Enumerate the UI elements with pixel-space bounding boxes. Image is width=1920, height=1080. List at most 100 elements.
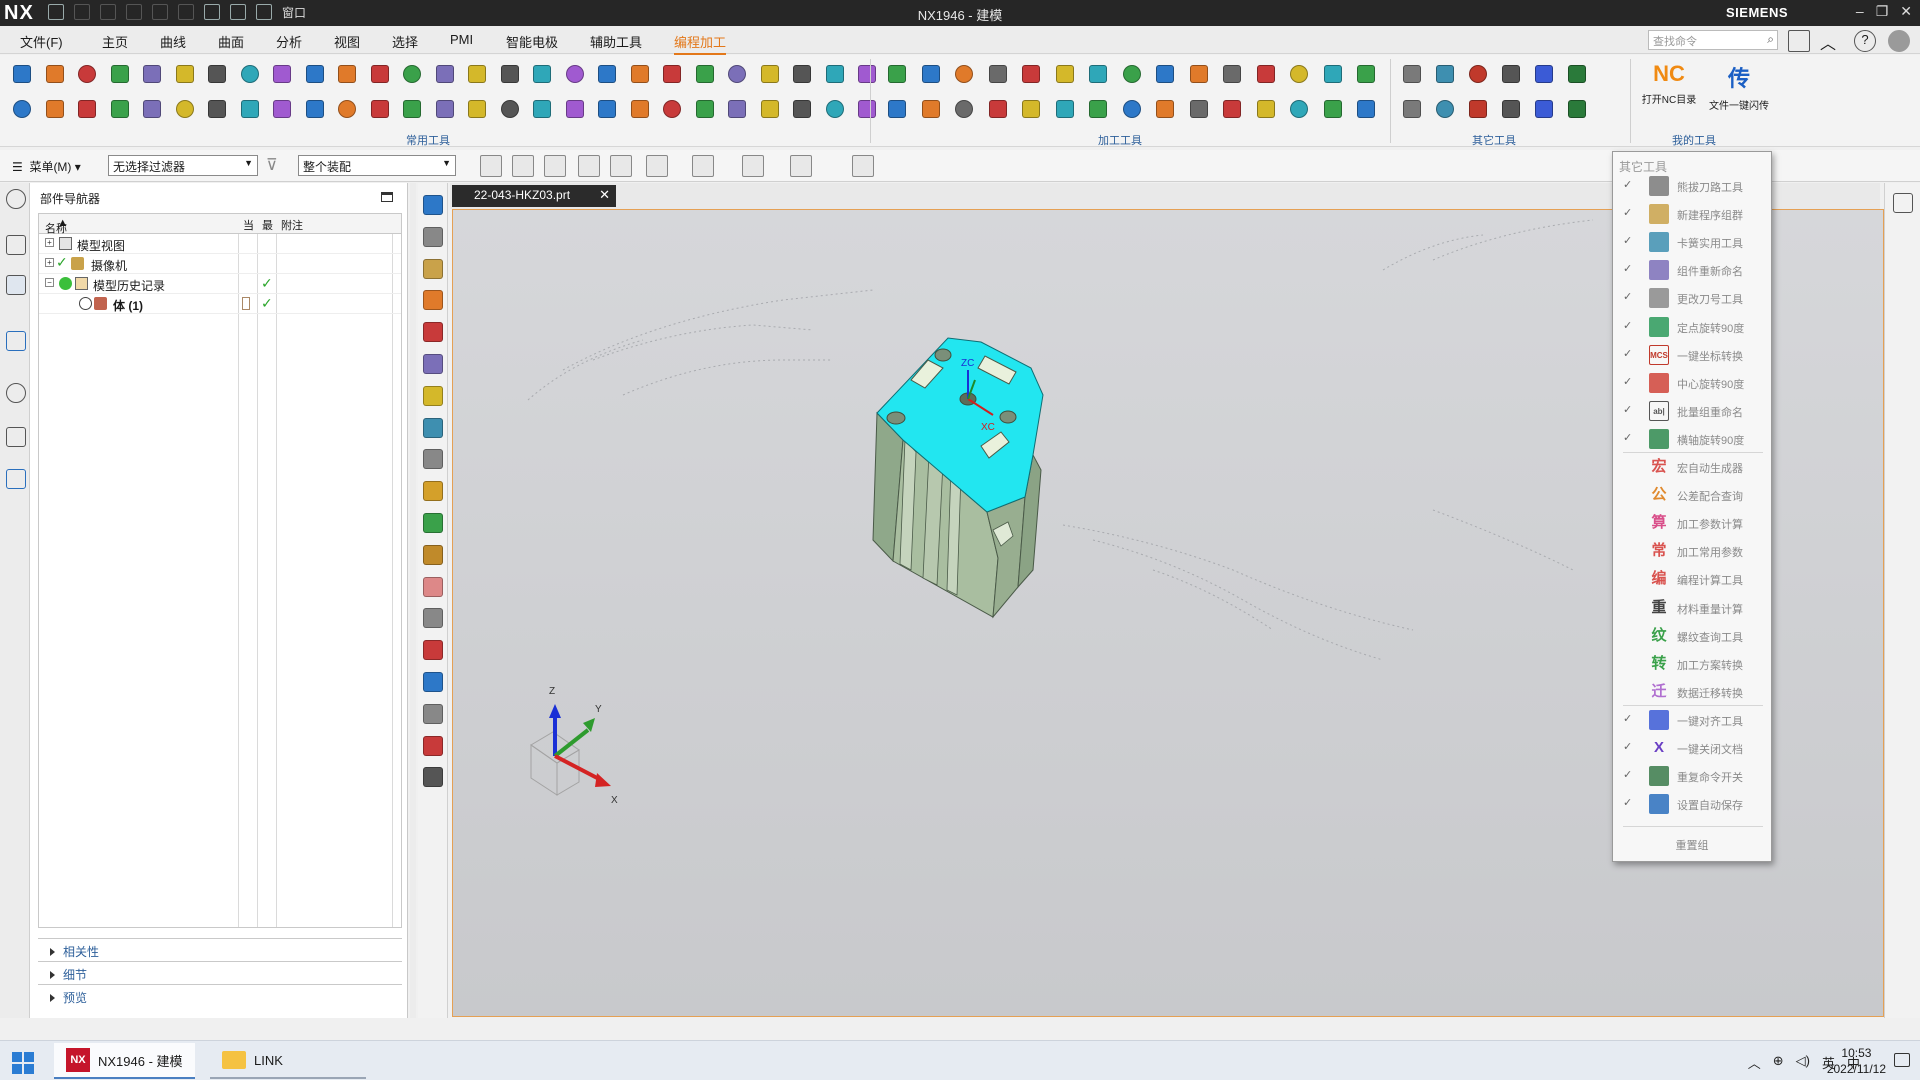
zoom-region-icon[interactable]: [646, 155, 668, 177]
menu-file[interactable]: 文件(F): [20, 32, 63, 51]
tree-row-model-views[interactable]: + 模型视图: [39, 234, 401, 254]
common-tool-3-icon[interactable]: [75, 62, 99, 86]
common-tool-10-icon[interactable]: [303, 62, 327, 86]
dropdown-item[interactable]: 编编程计算工具: [1613, 565, 1771, 593]
clock[interactable]: 10:53 2022/11/12: [1827, 1045, 1886, 1077]
common-tool-45-icon[interactable]: [563, 97, 587, 121]
network-icon[interactable]: ⊕: [1773, 1053, 1784, 1072]
common-tool-7-icon[interactable]: [205, 62, 229, 86]
other-tool-10-icon[interactable]: [1499, 97, 1523, 121]
common-tool-24-icon[interactable]: [758, 62, 782, 86]
tree-row-model-history[interactable]: − 模型历史记录 ✓: [39, 274, 401, 294]
file-flash-transfer-button[interactable]: 传 文件一键闪传: [1704, 61, 1774, 112]
common-tool-35-icon[interactable]: [238, 97, 262, 121]
roles-icon[interactable]: [1893, 193, 1913, 213]
other-tool-3-icon[interactable]: [1466, 62, 1490, 86]
render-style-icon[interactable]: [610, 155, 632, 177]
machining-tool-24-icon[interactable]: [1153, 97, 1177, 121]
tree-row-cameras[interactable]: + ✓ 摄像机: [39, 254, 401, 274]
common-tool-27-icon[interactable]: [855, 62, 879, 86]
common-tool-44-icon[interactable]: [530, 97, 554, 121]
other-tool-8-icon[interactable]: [1433, 97, 1457, 121]
other-tool-1-icon[interactable]: [1400, 62, 1424, 86]
machining-tool-18-icon[interactable]: [952, 97, 976, 121]
machining-tool-20-icon[interactable]: [1019, 97, 1043, 121]
vertical-tool-11-icon[interactable]: [423, 513, 443, 533]
vertical-tool-18-icon[interactable]: [423, 735, 443, 756]
common-tool-9-icon[interactable]: [270, 62, 294, 86]
vertical-tool-8-icon[interactable]: [423, 417, 443, 438]
common-tool-39-icon[interactable]: [368, 97, 392, 121]
other-tool-7-icon[interactable]: [1400, 97, 1424, 121]
help-icon[interactable]: ?: [1854, 30, 1876, 52]
menu-select[interactable]: 选择: [392, 32, 418, 51]
common-tool-47-icon[interactable]: [628, 97, 652, 121]
common-tool-16-icon[interactable]: [498, 62, 522, 86]
machining-tool-12-icon[interactable]: [1254, 62, 1278, 86]
taskbar-link-folder[interactable]: LINK: [210, 1043, 366, 1079]
rotate-icon[interactable]: [544, 155, 566, 177]
notification-icon[interactable]: [1894, 1053, 1910, 1067]
common-tool-26-icon[interactable]: [823, 62, 847, 86]
common-tool-30-icon[interactable]: [75, 97, 99, 121]
vertical-tool-7-icon[interactable]: [423, 385, 443, 406]
vertical-tool-4-icon[interactable]: [423, 290, 443, 311]
machining-tool-28-icon[interactable]: [1287, 97, 1311, 121]
common-tool-11-icon[interactable]: [335, 62, 359, 86]
menu-home[interactable]: 主页: [102, 32, 128, 51]
menu-pmi[interactable]: PMI: [450, 32, 473, 47]
history-icon[interactable]: [6, 383, 26, 403]
assembly-scope-select[interactable]: 整个装配 ▼: [298, 155, 456, 176]
common-tool-17-icon[interactable]: [530, 62, 554, 86]
settings-icon[interactable]: [6, 189, 26, 209]
visibility-eye-icon[interactable]: [79, 297, 92, 310]
splitter[interactable]: [410, 183, 416, 1018]
dropdown-item[interactable]: ✓ ab| 批量组重命名: [1613, 397, 1771, 425]
fullscreen-icon[interactable]: [1788, 30, 1810, 52]
machining-tool-25-icon[interactable]: [1187, 97, 1211, 121]
common-tool-31-icon[interactable]: [108, 97, 132, 121]
common-tool-2-icon[interactable]: [43, 62, 67, 86]
common-tool-32-icon[interactable]: [140, 97, 164, 121]
menu-view[interactable]: 视图: [334, 32, 360, 51]
menu-surface[interactable]: 曲面: [218, 32, 244, 51]
reset-group-button[interactable]: 重置组: [1613, 837, 1771, 853]
vertical-tool-13-icon[interactable]: [423, 576, 443, 597]
column-name[interactable]: 名称 ▲: [45, 217, 68, 235]
machining-tool-14-icon[interactable]: [1321, 62, 1345, 86]
common-tool-22-icon[interactable]: [693, 62, 717, 86]
web-browser-icon[interactable]: [6, 331, 26, 351]
common-tool-51-icon[interactable]: [758, 97, 782, 121]
menu-machining[interactable]: 编程加工: [674, 32, 727, 55]
filter-icon[interactable]: ⊽: [266, 155, 288, 177]
other-tool-12-icon[interactable]: [1565, 97, 1589, 121]
dropdown-item[interactable]: ✓ 新建程序组群: [1613, 200, 1771, 228]
dropdown-item[interactable]: ✓ MCS 一键坐标转换: [1613, 341, 1771, 369]
machining-tool-3-icon[interactable]: [952, 62, 976, 86]
vertical-tool-3-icon[interactable]: [423, 258, 443, 279]
common-tool-46-icon[interactable]: [595, 97, 619, 121]
dropdown-item[interactable]: ✓ 定点旋转90度: [1613, 313, 1771, 341]
restore-icon[interactable]: ❐: [1876, 3, 1889, 20]
common-tool-4-icon[interactable]: [108, 62, 132, 86]
expand-icon[interactable]: +: [45, 238, 54, 247]
volume-icon[interactable]: ◁): [1796, 1053, 1810, 1072]
section-dependencies[interactable]: 相关性: [38, 938, 402, 960]
tree-row-body[interactable]: 体 (1) ✓: [39, 294, 401, 314]
document-tab[interactable]: 22-043-HKZ03.prt ✕: [452, 185, 616, 207]
close-tab-icon[interactable]: ✕: [599, 187, 610, 203]
common-tool-43-icon[interactable]: [498, 97, 522, 121]
other-tool-6-icon[interactable]: [1565, 62, 1589, 86]
machining-tool-26-icon[interactable]: [1220, 97, 1244, 121]
part-navigator-icon[interactable]: [6, 275, 26, 295]
dropdown-item[interactable]: ✓ X 一键关闭文档: [1613, 734, 1771, 762]
dropdown-item[interactable]: ✓ 卡簧实用工具: [1613, 228, 1771, 256]
dropdown-item[interactable]: 纹螺纹查询工具: [1613, 622, 1771, 650]
other-tool-5-icon[interactable]: [1532, 62, 1556, 86]
vertical-tool-15-icon[interactable]: [423, 640, 443, 661]
common-tool-5-icon[interactable]: [140, 62, 164, 86]
common-tool-18-icon[interactable]: [563, 62, 587, 86]
snap-settings-icon[interactable]: [790, 155, 812, 177]
menu-curve[interactable]: 曲线: [160, 32, 186, 51]
machining-tool-7-icon[interactable]: [1086, 62, 1110, 86]
